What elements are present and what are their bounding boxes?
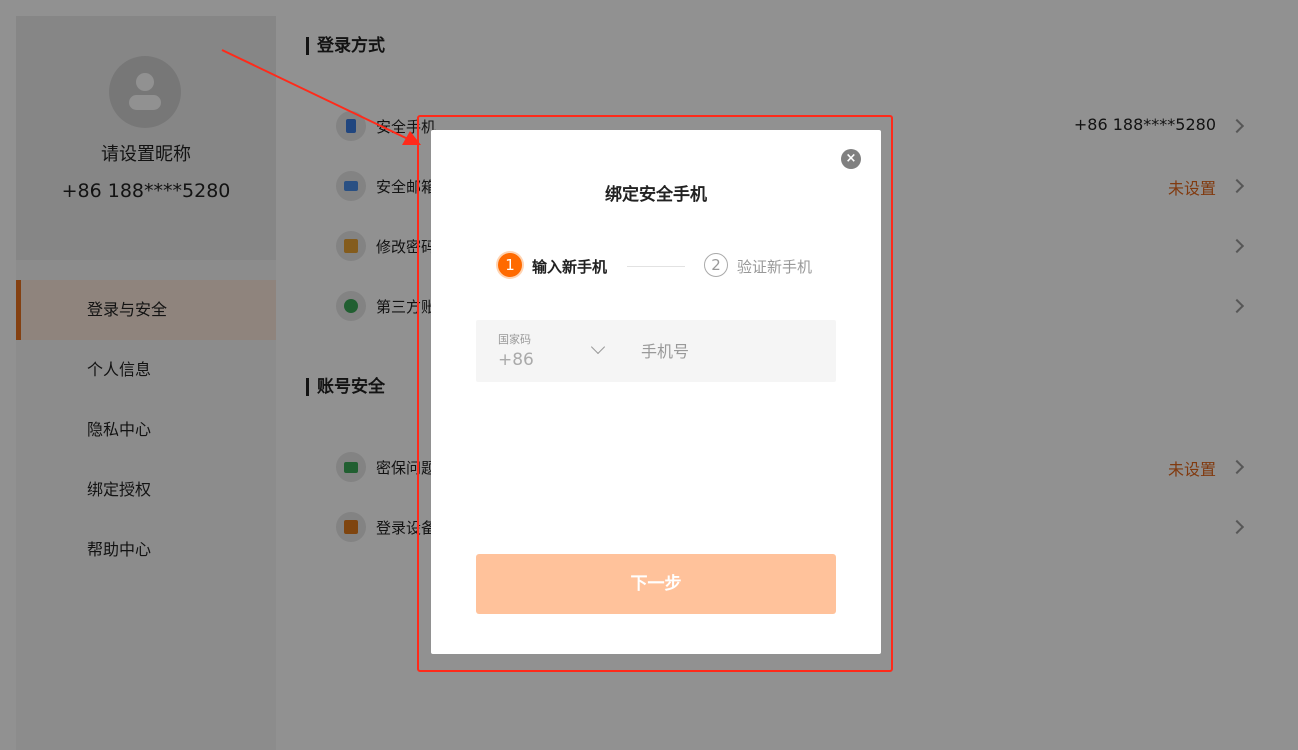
step-1-label: 输入新手机 <box>532 258 608 276</box>
phone-field-group: 国家码 +86 <box>476 320 836 382</box>
country-code-value: +86 <box>498 350 534 370</box>
bind-phone-dialog: × 绑定安全手机 1 输入新手机 2 验证新手机 国家码 +86 下一步 <box>431 130 881 654</box>
close-icon[interactable]: × <box>841 149 861 169</box>
phone-input[interactable] <box>641 338 821 364</box>
step-2-indicator: 2 <box>704 253 728 277</box>
step-1-indicator: 1 <box>498 253 522 277</box>
step-2-label: 验证新手机 <box>737 258 813 276</box>
dialog-title: 绑定安全手机 <box>605 185 707 205</box>
step-divider <box>627 266 685 267</box>
country-code-label: 国家码 <box>498 333 531 346</box>
chevron-down-icon[interactable] <box>590 339 606 355</box>
next-step-button[interactable]: 下一步 <box>476 554 836 614</box>
